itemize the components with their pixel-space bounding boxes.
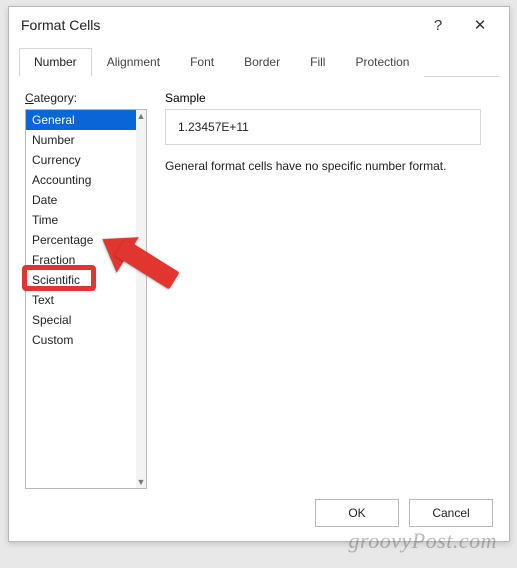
category-item-currency[interactable]: Currency bbox=[26, 150, 136, 170]
tab-font[interactable]: Font bbox=[175, 48, 229, 77]
tab-number[interactable]: Number bbox=[19, 48, 92, 77]
annotation-highlight-custom bbox=[22, 265, 96, 291]
category-label: Category: bbox=[25, 91, 147, 105]
titlebar: Format Cells ? ✕ bbox=[9, 7, 509, 43]
sample-label: Sample bbox=[165, 91, 493, 105]
tab-strip: Number Alignment Font Border Fill Protec… bbox=[19, 47, 499, 77]
category-item-date[interactable]: Date bbox=[26, 190, 136, 210]
format-description: General format cells have no specific nu… bbox=[165, 159, 493, 173]
tab-border[interactable]: Border bbox=[229, 48, 295, 77]
category-item-custom[interactable]: Custom bbox=[26, 330, 136, 350]
window-title: Format Cells bbox=[21, 17, 417, 33]
sample-value: 1.23457E+11 bbox=[178, 120, 249, 134]
content-panel: Sample 1.23457E+11 General format cells … bbox=[165, 91, 493, 489]
category-item-special[interactable]: Special bbox=[26, 310, 136, 330]
help-button[interactable]: ? bbox=[417, 10, 459, 40]
category-item-general[interactable]: General bbox=[26, 110, 136, 130]
category-item-text[interactable]: Text bbox=[26, 290, 136, 310]
category-item-accounting[interactable]: Accounting bbox=[26, 170, 136, 190]
close-button[interactable]: ✕ bbox=[459, 10, 501, 40]
ok-button[interactable]: OK bbox=[315, 499, 399, 527]
cancel-button[interactable]: Cancel bbox=[409, 499, 493, 527]
watermark: groovyPost.com bbox=[348, 528, 497, 554]
listbox-scrollbar[interactable]: ▲ ▼ bbox=[136, 110, 146, 488]
annotation-arrow bbox=[120, 237, 184, 257]
category-listbox[interactable]: General Number Currency Accounting Date … bbox=[25, 109, 147, 489]
category-item-number[interactable]: Number bbox=[26, 130, 136, 150]
tab-protection[interactable]: Protection bbox=[340, 48, 424, 77]
sample-value-box: 1.23457E+11 bbox=[165, 109, 481, 145]
tab-fill[interactable]: Fill bbox=[295, 48, 340, 77]
scroll-up-icon[interactable]: ▲ bbox=[136, 110, 146, 122]
tab-alignment[interactable]: Alignment bbox=[92, 48, 175, 77]
scroll-down-icon[interactable]: ▼ bbox=[136, 476, 146, 488]
